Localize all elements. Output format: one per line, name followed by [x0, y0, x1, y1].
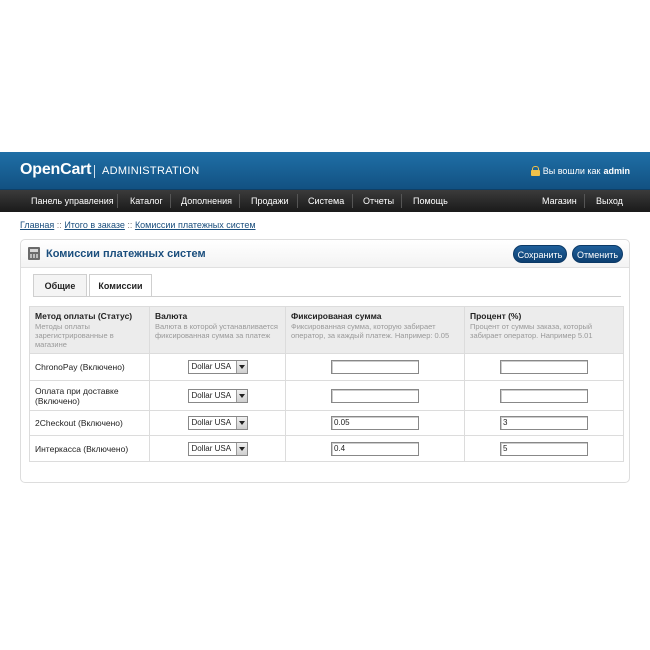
calculator-icon — [28, 247, 40, 260]
currency-value: Dollar USA — [191, 362, 232, 371]
breadcrumb-separator: :: — [127, 220, 133, 230]
percent-cell: 3 — [464, 410, 624, 436]
percent-input[interactable]: 3 — [500, 416, 588, 430]
admin-subtitle: ADMINISTRATION — [102, 165, 200, 177]
currency-cell: Dollar USA — [149, 380, 286, 411]
nav-item-logout[interactable]: Выход — [596, 196, 623, 206]
nav-item-extensions[interactable]: Дополнения — [181, 196, 232, 206]
dropdown-arrow-icon[interactable] — [235, 361, 247, 373]
header-title: Процент (%) — [470, 311, 522, 321]
nav-item-system[interactable]: Система — [308, 196, 344, 206]
login-status: Вы вошли как admin — [530, 166, 630, 176]
percent-input[interactable] — [500, 360, 588, 374]
login-prefix: Вы вошли как — [542, 166, 601, 176]
header-percent: Процент (%) Процент от суммы заказа, кот… — [464, 306, 624, 354]
nav-item-sales[interactable]: Продажи — [251, 196, 289, 206]
fixed-amount-cell — [285, 380, 465, 411]
payment-method-name: Оплата при доставке (Включено) — [29, 380, 150, 411]
header-title: Валюта — [155, 311, 188, 321]
currency-select[interactable]: Dollar USA — [187, 360, 248, 374]
nav-divider — [401, 194, 402, 208]
nav-item-store[interactable]: Магазин — [542, 196, 577, 206]
currency-value: Dollar USA — [191, 418, 232, 427]
header-title: Метод оплаты (Статус) — [35, 311, 133, 321]
currency-cell: Dollar USA — [149, 435, 286, 462]
fixed-amount-input[interactable]: 0.4 — [331, 441, 419, 456]
fixed-amount-input[interactable] — [331, 360, 419, 374]
currency-value: Dollar USA — [191, 390, 232, 400]
nav-divider — [297, 194, 298, 208]
header-fixed-amount: Фиксированая сумма Фиксированная сумма, … — [285, 306, 465, 354]
tab-general[interactable]: Общие — [33, 274, 87, 296]
dropdown-arrow-icon[interactable] — [235, 442, 247, 455]
nav-item-help[interactable]: Помощь — [413, 196, 448, 206]
nav-divider — [117, 194, 118, 208]
breadcrumb-order-totals[interactable]: Итого в заказе — [64, 220, 125, 230]
header-payment-method: Метод оплаты (Статус) Методы оплаты заре… — [29, 306, 150, 354]
table-row: 2Checkout (Включено) Dollar USA 0.05 3 — [29, 410, 624, 436]
currency-cell: Dollar USA — [149, 353, 286, 381]
currency-value: Dollar USA — [191, 443, 232, 453]
commissions-table: Метод оплаты (Статус) Методы оплаты заре… — [29, 306, 624, 462]
percent-input[interactable] — [500, 388, 588, 403]
payment-method-name: Интеркасса (Включено) — [29, 435, 150, 462]
header-description: Фиксированная сумма, которую забирает оп… — [291, 322, 450, 340]
percent-input[interactable]: 5 — [500, 441, 588, 456]
nav-item-dashboard[interactable]: Панель управления — [31, 196, 114, 206]
fixed-amount-input[interactable] — [331, 388, 419, 403]
table-row: ChronoPay (Включено) Dollar USA — [29, 353, 624, 381]
breadcrumb-separator: :: — [56, 220, 62, 230]
fixed-amount-cell: 0.05 — [285, 410, 465, 436]
table-header-row: Метод оплаты (Статус) Методы оплаты заре… — [29, 306, 624, 354]
box-heading: Комиссии платежных систем Сохранить Отме… — [21, 240, 629, 268]
percent-cell — [464, 380, 624, 411]
currency-cell: Dollar USA — [149, 410, 286, 436]
breadcrumb: Главная :: Итого в заказе :: Комиссии пл… — [20, 220, 256, 230]
page-title: Комиссии платежных систем — [46, 248, 206, 260]
tab-divider — [33, 296, 621, 297]
fixed-amount-input[interactable]: 0.05 — [331, 416, 419, 430]
percent-cell: 5 — [464, 435, 624, 462]
header-description: Валюта в которой устанавливается фиксиро… — [155, 322, 278, 340]
currency-select[interactable]: Dollar USA — [187, 416, 248, 430]
login-user[interactable]: admin — [603, 166, 630, 176]
header-description: Процент от суммы заказа, который забирае… — [470, 322, 593, 340]
dropdown-arrow-icon[interactable] — [235, 417, 247, 429]
payment-method-name: 2Checkout (Включено) — [29, 410, 150, 436]
nav-item-reports[interactable]: Отчеты — [363, 196, 394, 206]
nav-divider — [584, 194, 585, 208]
breadcrumb-home[interactable]: Главная — [20, 220, 54, 230]
currency-select[interactable]: Dollar USA — [187, 388, 248, 403]
logo-divider — [94, 165, 95, 178]
main-nav: Панель управления Каталог Дополнения Про… — [0, 190, 650, 212]
opencart-logo[interactable]: OpenCart — [20, 161, 92, 179]
header-title: Фиксированая сумма — [291, 311, 382, 321]
fixed-amount-cell: 0.4 — [285, 435, 465, 462]
payment-method-name: ChronoPay (Включено) — [29, 353, 150, 381]
nav-item-catalog[interactable]: Каталог — [130, 196, 163, 206]
nav-divider — [170, 194, 171, 208]
table-row: Оплата при доставке (Включено) Dollar US… — [29, 380, 624, 411]
fixed-amount-cell — [285, 353, 465, 381]
header-description: Методы оплаты зарегистрированные в магаз… — [35, 322, 114, 349]
table-row: Интеркасса (Включено) Dollar USA 0.4 5 — [29, 435, 624, 462]
cancel-button[interactable]: Отменить — [572, 245, 623, 263]
nav-divider — [352, 194, 353, 208]
header-currency: Валюта Валюта в которой устанавливается … — [149, 306, 286, 354]
currency-select[interactable]: Dollar USA — [187, 441, 248, 456]
content-box: Комиссии платежных систем Сохранить Отме… — [20, 239, 630, 483]
tab-commissions[interactable]: Комиссии — [89, 274, 152, 297]
breadcrumb-current[interactable]: Комиссии платежных систем — [135, 220, 256, 230]
percent-cell — [464, 353, 624, 381]
nav-divider — [239, 194, 240, 208]
lock-icon — [530, 166, 540, 176]
save-button[interactable]: Сохранить — [513, 245, 567, 263]
dropdown-arrow-icon[interactable] — [235, 389, 247, 402]
app-header: OpenCart ADMINISTRATION Вы вошли как adm… — [0, 152, 650, 190]
